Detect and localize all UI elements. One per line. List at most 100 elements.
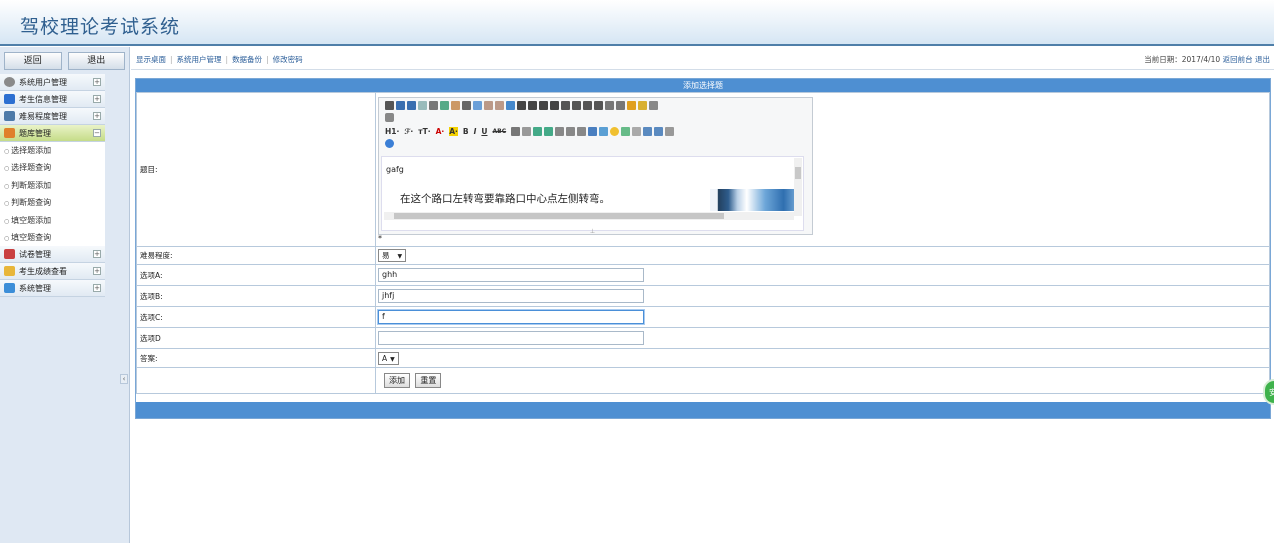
line-height-icon[interactable]	[511, 126, 521, 136]
indent-icon[interactable]	[583, 100, 592, 110]
form-title: 添加选择题	[136, 79, 1270, 92]
align-right-icon[interactable]	[539, 100, 548, 110]
align-center-icon[interactable]	[528, 100, 537, 110]
collapse-icon[interactable]: −	[93, 129, 101, 137]
expand-icon[interactable]: +	[93, 267, 101, 276]
table-icon[interactable]	[588, 126, 598, 136]
reset-button[interactable]: 重置	[415, 373, 442, 388]
editor-content[interactable]: gafg 在这个路口左转弯要靠路口中心点左侧转弯。	[381, 155, 804, 231]
front-page-link[interactable]: 返回前台	[1223, 55, 1253, 64]
form-row-option-c: 选项C: f	[136, 306, 1270, 328]
flash-icon[interactable]	[555, 126, 565, 136]
italic-button[interactable]: I	[474, 127, 477, 136]
submenu-item[interactable]: 填空题添加	[0, 212, 105, 229]
font-size-button[interactable]: тT·	[418, 127, 430, 136]
expand-icon[interactable]: +	[93, 284, 101, 293]
rich-text-editor[interactable]: H1· ℱ· тT· A· A· B I U ABC gafg 在这个路口左转弯…	[378, 96, 813, 235]
expand-icon[interactable]: +	[93, 95, 101, 103]
option-a-input[interactable]: ghh	[378, 268, 644, 282]
help-icon[interactable]	[385, 138, 394, 148]
hr-icon[interactable]	[599, 126, 609, 136]
emoticon-icon[interactable]	[610, 126, 620, 136]
map-icon[interactable]	[621, 126, 631, 136]
submenu-item[interactable]: 选择题查询	[0, 159, 105, 176]
image-icon[interactable]	[533, 126, 543, 136]
paste-icon[interactable]	[484, 100, 493, 110]
bold-button[interactable]: B	[463, 127, 469, 136]
highlight-button[interactable]: A·	[449, 126, 458, 136]
redo-icon[interactable]	[407, 100, 416, 110]
expand-icon[interactable]: +	[93, 78, 101, 86]
font-family-button[interactable]: ℱ·	[404, 127, 413, 136]
template-icon[interactable]	[440, 100, 449, 110]
option-c-input[interactable]: f	[378, 310, 644, 324]
strikethrough-button[interactable]: ABC	[493, 128, 507, 135]
quick-format-icon[interactable]	[638, 100, 647, 110]
ordered-list-icon[interactable]	[561, 100, 570, 110]
submit-button[interactable]: 添加	[384, 373, 410, 388]
paste-text-icon[interactable]	[495, 100, 504, 110]
exit-link[interactable]: 退出	[1255, 55, 1270, 64]
outdent-icon[interactable]	[594, 100, 603, 110]
sidebar-collapse-button[interactable]: ‹	[120, 374, 128, 384]
editor-horizontal-scrollbar[interactable]	[384, 211, 794, 220]
expand-icon[interactable]: +	[93, 112, 101, 120]
menu-difficulty[interactable]: 难易程度管理 +	[0, 108, 105, 125]
menu-system-users[interactable]: 系统用户管理 +	[0, 74, 105, 91]
fullscreen-icon[interactable]	[385, 112, 394, 122]
submenu-item[interactable]: 填空题查询	[0, 229, 105, 246]
attachment-icon[interactable]	[577, 126, 587, 136]
copy-icon[interactable]	[473, 100, 482, 110]
answer-select[interactable]: A ▼	[378, 351, 399, 365]
nav-link-desktop[interactable]: 显示桌面	[136, 55, 166, 64]
unlink-icon[interactable]	[665, 126, 675, 136]
menu-label: 难易程度管理	[19, 111, 67, 121]
difficulty-select[interactable]: 易 ▼	[378, 249, 407, 262]
undo-icon[interactable]	[396, 100, 405, 110]
underline-button[interactable]: U	[481, 127, 487, 136]
superscript-icon[interactable]	[616, 100, 625, 110]
subscript-icon[interactable]	[605, 100, 614, 110]
source-icon[interactable]	[385, 100, 394, 110]
text-color-button[interactable]: A·	[436, 127, 445, 136]
option-b-input[interactable]: jhfj	[378, 289, 644, 303]
editor-vertical-scrollbar[interactable]	[794, 157, 802, 216]
print-icon[interactable]	[429, 100, 438, 110]
align-justify-icon[interactable]	[550, 100, 559, 110]
media-icon[interactable]	[566, 126, 576, 136]
preview-icon[interactable]	[418, 100, 427, 110]
menu-student-info[interactable]: 考生信息管理 +	[0, 91, 105, 108]
nav-link-backup[interactable]: 数据备份	[232, 55, 262, 64]
link-icon[interactable]	[654, 126, 664, 136]
form-row-buttons: 添加 重置	[136, 367, 1270, 394]
option-d-input[interactable]	[378, 331, 644, 345]
menu-system[interactable]: 系统管理 +	[0, 280, 105, 298]
multi-image-icon[interactable]	[544, 126, 554, 136]
menu-question-bank[interactable]: 题库管理 −	[0, 125, 105, 142]
menu-label: 考生成绩查看	[19, 266, 67, 276]
form-row-option-b: 选项B: jhfj	[136, 285, 1270, 307]
heading-button[interactable]: H1·	[385, 127, 399, 136]
menu-scores[interactable]: 考生成绩查看 +	[0, 263, 105, 281]
nav-link-password[interactable]: 修改密码	[273, 55, 303, 64]
unordered-list-icon[interactable]	[572, 100, 581, 110]
back-button[interactable]: 返回	[4, 52, 62, 70]
expand-icon[interactable]: +	[93, 250, 101, 259]
logout-button[interactable]: 退出	[67, 52, 125, 70]
submenu-item[interactable]: 选择题添加	[0, 142, 105, 159]
submenu-item[interactable]: 判断题添加	[0, 177, 105, 194]
submenu-item[interactable]: 判断题查询	[0, 194, 105, 211]
editor-resize-handle[interactable]: ⊥	[381, 228, 804, 235]
pagebreak-icon[interactable]	[632, 126, 642, 136]
align-left-icon[interactable]	[517, 100, 526, 110]
select-all-icon[interactable]	[649, 100, 658, 110]
cut-icon[interactable]	[462, 100, 471, 110]
anchor-icon[interactable]	[643, 126, 653, 136]
paste-word-icon[interactable]	[506, 100, 515, 110]
nav-link-users[interactable]: 系统用户管理	[177, 55, 222, 64]
menu-exam-papers[interactable]: 试卷管理 +	[0, 246, 105, 264]
floating-widget[interactable]: 安	[1263, 379, 1274, 405]
code-icon[interactable]	[451, 100, 460, 110]
clear-format-icon[interactable]	[627, 100, 636, 110]
eraser-icon[interactable]	[522, 126, 532, 136]
